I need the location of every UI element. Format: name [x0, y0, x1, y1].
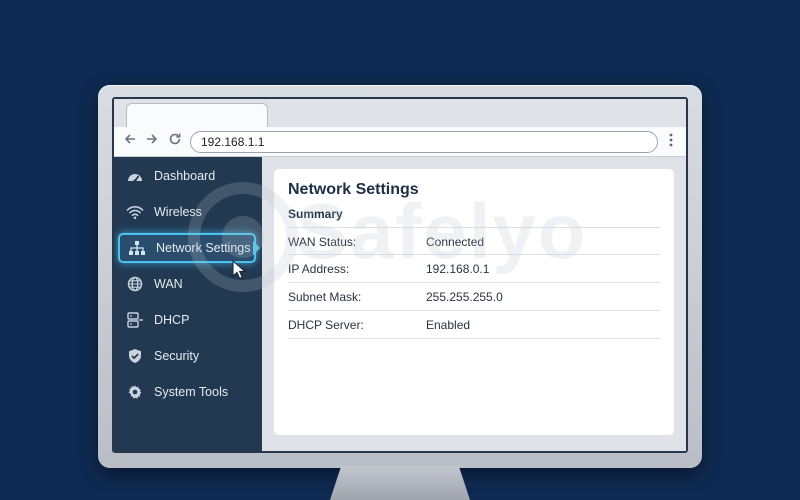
- row-key: Subnet Mask:: [288, 290, 362, 304]
- gear-icon: [124, 383, 146, 401]
- browser-toolbar: 192.168.1.1: [114, 127, 686, 157]
- sidebar-item-label: Network Settings: [156, 241, 251, 255]
- row-value: Connected: [426, 235, 485, 249]
- sidebar: Dashboard Wireless Network Settings WAN: [114, 157, 262, 451]
- row-key: IP Address:: [288, 262, 350, 276]
- sidebar-item-security[interactable]: Security: [118, 341, 256, 371]
- dhcp-server-icon: [124, 311, 146, 329]
- shield-check-icon: [124, 347, 146, 365]
- sidebar-item-network-settings[interactable]: Network Settings: [118, 233, 256, 263]
- main-content: Network Settings Summary WAN Status: Con…: [262, 157, 686, 451]
- page-title: Network Settings: [288, 181, 419, 198]
- forward-arrow-icon[interactable]: [142, 132, 162, 152]
- reload-icon[interactable]: [165, 132, 185, 152]
- sidebar-item-dashboard[interactable]: Dashboard: [118, 161, 256, 191]
- active-indicator: [253, 241, 260, 255]
- more-vertical-icon[interactable]: [664, 132, 678, 152]
- table-row: DHCP Server: Enabled: [288, 311, 660, 339]
- row-key: WAN Status:: [288, 235, 357, 249]
- sidebar-item-label: DHCP: [154, 313, 190, 327]
- table-row: IP Address: 192.168.0.1: [288, 255, 660, 283]
- settings-card: Network Settings Summary WAN Status: Con…: [274, 169, 674, 435]
- globe-icon: [124, 275, 146, 293]
- row-value: Enabled: [426, 318, 471, 332]
- sidebar-item-label: Security: [154, 349, 200, 363]
- screen: 192.168.1.1 Dashboard Wireless Network S…: [112, 97, 688, 453]
- wifi-icon: [124, 203, 146, 221]
- sidebar-item-wireless[interactable]: Wireless: [118, 197, 256, 227]
- table-row: WAN Status: Connected: [288, 227, 660, 255]
- browser-tab-bar: [114, 99, 686, 127]
- address-bar[interactable]: 192.168.1.1: [190, 131, 658, 153]
- summary-heading: Summary: [288, 207, 343, 221]
- sidebar-item-dhcp[interactable]: DHCP: [118, 305, 256, 335]
- row-key: DHCP Server:: [288, 318, 364, 332]
- mouse-cursor-icon: [232, 259, 248, 285]
- sidebar-item-label: Wireless: [154, 205, 202, 219]
- table-row: Subnet Mask: 255.255.255.0: [288, 283, 660, 311]
- monitor-stand: [330, 466, 470, 500]
- back-arrow-icon[interactable]: [120, 132, 140, 152]
- sidebar-item-label: System Tools: [154, 385, 229, 399]
- row-value: 192.168.0.1: [426, 262, 490, 276]
- network-topology-icon: [126, 239, 148, 257]
- sidebar-item-system-tools[interactable]: System Tools: [118, 377, 256, 407]
- row-value: 255.255.255.0: [426, 290, 503, 304]
- monitor: 192.168.1.1 Dashboard Wireless Network S…: [98, 85, 702, 468]
- sidebar-item-label: WAN: [154, 277, 183, 291]
- sidebar-item-label: Dashboard: [154, 169, 216, 183]
- browser-tab[interactable]: [126, 103, 268, 127]
- dashboard-gauge-icon: [124, 167, 146, 185]
